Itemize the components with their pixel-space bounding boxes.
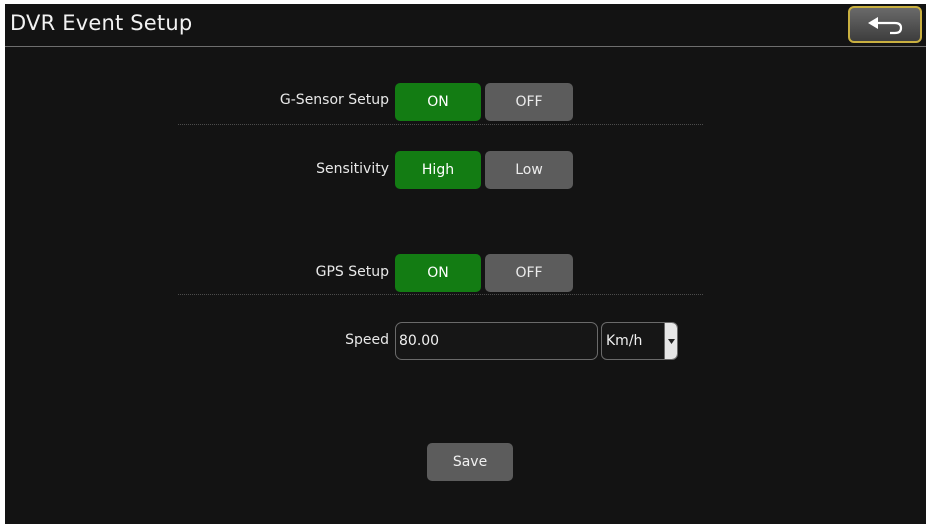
- gsensor-on-button[interactable]: ON: [395, 83, 481, 121]
- title-bar: DVR Event Setup: [5, 4, 926, 47]
- speed-unit-select[interactable]: Km/h: [601, 322, 678, 360]
- back-button[interactable]: [848, 6, 922, 43]
- gps-off-button[interactable]: OFF: [485, 254, 573, 292]
- separator: [178, 294, 703, 295]
- save-button[interactable]: Save: [427, 443, 513, 481]
- gsensor-off-button[interactable]: OFF: [485, 83, 573, 121]
- page-title: DVR Event Setup: [10, 11, 193, 35]
- speed-unit-value: Km/h: [606, 333, 643, 349]
- gsensor-setup-label: G-Sensor Setup: [279, 92, 389, 108]
- gps-on-button[interactable]: ON: [395, 254, 481, 292]
- return-arrow-icon: [868, 16, 903, 34]
- sensitivity-high-button[interactable]: High: [395, 151, 481, 189]
- dropdown-arrow-icon[interactable]: [664, 323, 677, 359]
- sensitivity-label: Sensitivity: [316, 161, 389, 177]
- gps-setup-label: GPS Setup: [315, 264, 389, 280]
- separator: [178, 124, 703, 125]
- dvr-event-setup-screen: DVR Event Setup G-Sensor Setup ON OFF Se…: [5, 4, 926, 524]
- speed-input[interactable]: [395, 322, 598, 360]
- speed-label: Speed: [345, 332, 389, 348]
- sensitivity-low-button[interactable]: Low: [485, 151, 573, 189]
